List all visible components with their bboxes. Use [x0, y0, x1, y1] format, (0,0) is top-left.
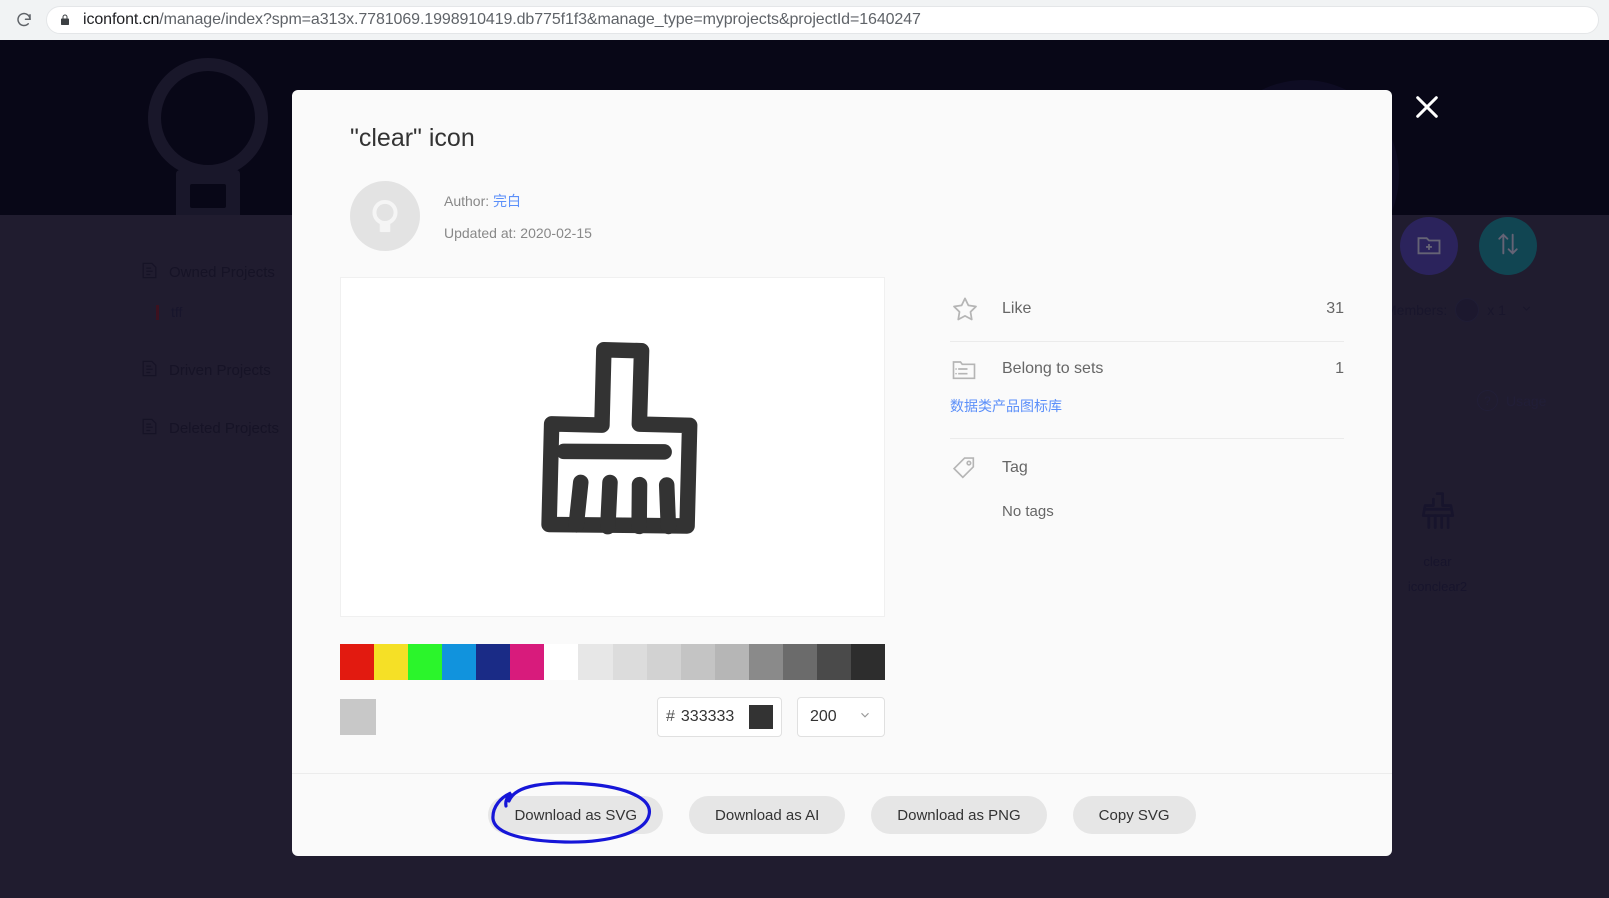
- like-count: 31: [1326, 300, 1344, 317]
- author-label: Author:: [444, 193, 490, 209]
- preview-column: # 333333 200: [340, 277, 885, 737]
- download-as-svg-button[interactable]: Download as SVG: [488, 796, 664, 834]
- tag-row: Tag: [950, 439, 1344, 497]
- color-swatch[interactable]: [374, 644, 409, 680]
- updated-value: 2020-02-15: [520, 225, 592, 241]
- modal-footer: Download as SVG Download as AI Download …: [292, 773, 1392, 856]
- download-as-png-button[interactable]: Download as PNG: [871, 796, 1047, 834]
- copy-svg-button[interactable]: Copy SVG: [1072, 796, 1196, 834]
- color-swatch[interactable]: [612, 644, 647, 680]
- color-swatch[interactable]: [782, 644, 817, 680]
- hash-symbol: #: [666, 708, 675, 725]
- hex-color-input[interactable]: # 333333: [657, 697, 782, 737]
- color-swatch-row[interactable]: [340, 644, 885, 680]
- icon-detail-modal: "clear" icon Author: 完白 Updated at: 2020…: [292, 90, 1392, 856]
- color-swatch[interactable]: [544, 644, 579, 680]
- folder-list-icon: [950, 355, 984, 383]
- tag-label: Tag: [1002, 459, 1028, 476]
- color-swatch[interactable]: [816, 644, 851, 680]
- updated-line: Updated at: 2020-02-15: [444, 225, 592, 241]
- color-swatch[interactable]: [850, 644, 885, 680]
- info-column: Like 31 Belong to sets 1 数据类产品图标库 Tag No…: [885, 277, 1344, 737]
- color-swatch[interactable]: [510, 644, 545, 680]
- download-as-ai-button[interactable]: Download as AI: [689, 796, 846, 834]
- browser-toolbar: iconfont.cn/manage/index?spm=a313x.77810…: [0, 0, 1609, 40]
- color-swatch[interactable]: [578, 644, 613, 680]
- clear-broom-icon: [508, 337, 718, 557]
- sets-count: 1: [1335, 360, 1344, 377]
- no-tags-text: No tags: [1002, 503, 1054, 520]
- icon-preview: [340, 277, 885, 617]
- updated-label: Updated at:: [444, 225, 517, 241]
- color-swatch[interactable]: [476, 644, 511, 680]
- size-value: 200: [810, 708, 837, 725]
- color-swatch[interactable]: [714, 644, 749, 680]
- modal-columns: # 333333 200 Like 31 Belong to sets 1 数据…: [340, 277, 1344, 737]
- page-title: "clear" icon: [350, 124, 475, 152]
- chevron-down-icon: [858, 708, 872, 727]
- color-swatch[interactable]: [442, 644, 477, 680]
- hex-color-chip[interactable]: [749, 705, 773, 729]
- set-link[interactable]: 数据类产品图标库: [950, 396, 1344, 438]
- sets-link-wrap: 数据类产品图标库: [950, 396, 1344, 439]
- reload-icon[interactable]: [10, 6, 38, 34]
- current-color-swatch[interactable]: [340, 699, 376, 735]
- color-swatch[interactable]: [748, 644, 783, 680]
- lock-icon: [59, 13, 73, 27]
- sets-row: Belong to sets 1: [950, 342, 1344, 396]
- color-swatch[interactable]: [646, 644, 681, 680]
- size-select[interactable]: 200: [797, 697, 885, 737]
- url-path: /manage/index?spm=a313x.7781069.19989104…: [159, 11, 921, 28]
- modal-body: "clear" icon Author: 完白 Updated at: 2020…: [292, 90, 1392, 773]
- color-controls-row: # 333333 200: [340, 697, 885, 737]
- like-row[interactable]: Like 31: [950, 277, 1344, 342]
- avatar: [350, 181, 420, 251]
- author-block: Author: 完白 Updated at: 2020-02-15: [350, 181, 1344, 251]
- hex-value[interactable]: 333333: [681, 708, 749, 726]
- author-line: Author: 完白: [444, 191, 592, 211]
- url-text: iconfont.cn/manage/index?spm=a313x.77810…: [83, 11, 921, 29]
- address-bar[interactable]: iconfont.cn/manage/index?spm=a313x.77810…: [46, 6, 1599, 34]
- like-label: Like: [1002, 300, 1032, 317]
- color-swatch[interactable]: [680, 644, 715, 680]
- color-swatch[interactable]: [340, 644, 375, 680]
- tag-icon: [950, 454, 984, 482]
- author-link[interactable]: 完白: [493, 193, 521, 209]
- star-icon: [950, 294, 984, 324]
- author-meta: Author: 完白 Updated at: 2020-02-15: [444, 191, 592, 241]
- url-host: iconfont.cn: [83, 11, 160, 28]
- close-icon[interactable]: [1408, 88, 1446, 126]
- color-swatch[interactable]: [408, 644, 443, 680]
- sets-label: Belong to sets: [1002, 360, 1104, 377]
